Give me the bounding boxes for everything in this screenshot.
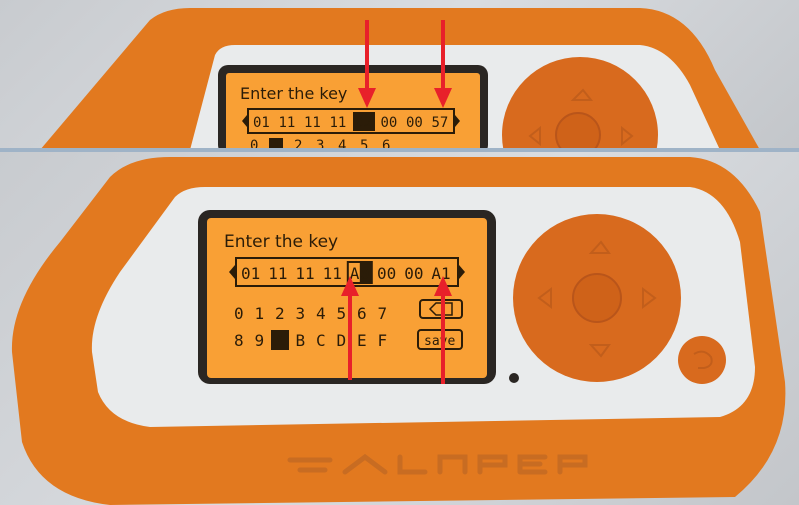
dpad-center-top[interactable] xyxy=(555,112,601,150)
keyboard-key: C xyxy=(316,331,326,350)
key-byte-nibble: 0 xyxy=(360,264,370,283)
key-byte: 02 xyxy=(355,115,372,131)
photo-stage: Enter the key 01 11 11 11 02 00 00 57 0123456 xyxy=(0,0,799,505)
keyboard-key: 1 xyxy=(255,304,265,323)
key-byte: 11 xyxy=(268,264,287,283)
key-byte: 00 xyxy=(377,264,396,283)
key-byte: 11 xyxy=(295,264,314,283)
photo-bottom: Enter the key 01 11 11 11 A 0 00 00 A1 01234567 … xyxy=(0,152,799,505)
photo-top: Enter the key 01 11 11 11 02 00 00 57 0123456 xyxy=(0,0,799,150)
key-byte: 11 xyxy=(323,264,342,283)
key-byte: 11 xyxy=(279,115,296,131)
key-byte: 00 xyxy=(406,115,423,131)
key-byte: A1 xyxy=(431,264,450,283)
keyboard-key: D xyxy=(337,331,347,350)
dpad-center-bottom[interactable] xyxy=(572,273,622,323)
lcd-title-bottom: Enter the key xyxy=(224,232,338,252)
keyboard-key: F xyxy=(378,331,388,350)
keyboard-key: 9 xyxy=(255,331,265,350)
keyboard-key: 7 xyxy=(378,304,388,323)
back-button[interactable] xyxy=(678,336,726,384)
keyboard-key: 2 xyxy=(275,304,285,323)
key-byte: 00 xyxy=(381,115,398,131)
save-label: save xyxy=(424,334,455,349)
status-led xyxy=(509,373,519,383)
keyboard-key: 5 xyxy=(337,304,347,323)
key-byte: 11 xyxy=(330,115,347,131)
key-byte: 01 xyxy=(241,264,260,283)
key-byte: 00 xyxy=(404,264,423,283)
keyboard-key: 3 xyxy=(296,304,306,323)
lcd-title-top: Enter the key xyxy=(240,84,347,103)
keyboard-key: B xyxy=(296,331,306,350)
keyboard-key: E xyxy=(357,331,367,350)
keyboard-key: 4 xyxy=(316,304,326,323)
keyboard-key: 8 xyxy=(234,331,244,350)
key-byte: 01 xyxy=(253,115,270,131)
keyboard-key: 6 xyxy=(357,304,367,323)
keyboard-key-selected: A xyxy=(275,331,285,350)
key-byte: 57 xyxy=(432,115,449,131)
keyboard-key: 0 xyxy=(234,304,244,323)
key-byte: 11 xyxy=(304,115,321,131)
